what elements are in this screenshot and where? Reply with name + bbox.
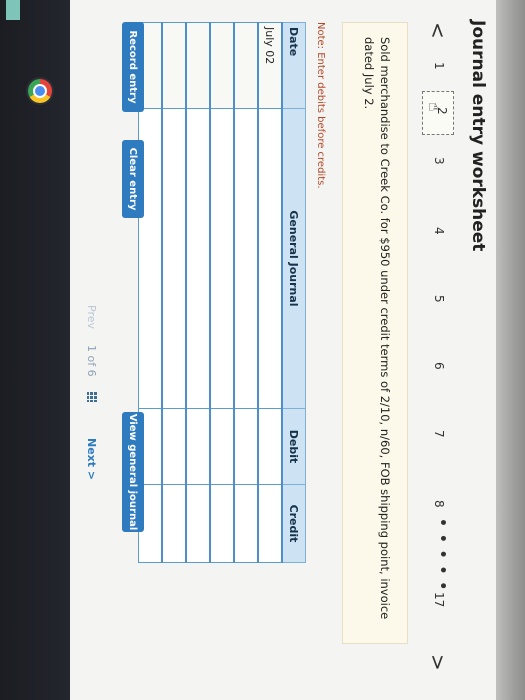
- table-row: July 02: [258, 22, 282, 563]
- date-cell[interactable]: [162, 22, 186, 109]
- date-cell[interactable]: [210, 22, 234, 109]
- clear-entry-button[interactable]: Clear entry: [122, 140, 144, 218]
- table-row: [186, 22, 210, 563]
- account-input[interactable]: [162, 108, 186, 409]
- credit-input[interactable]: [162, 484, 186, 563]
- date-cell[interactable]: [186, 22, 210, 109]
- next-step-arrow[interactable]: >: [426, 654, 450, 671]
- date-cell[interactable]: July 02: [258, 22, 282, 109]
- table-row: [234, 22, 258, 563]
- worksheet-screen: Journal entry worksheet < 1 2 ☝ 3 4 5 6 …: [70, 0, 496, 700]
- column-header-general-journal: General Journal: [282, 108, 306, 409]
- column-header-date: Date: [282, 22, 306, 109]
- credit-input[interactable]: [258, 484, 282, 563]
- credit-input[interactable]: [234, 484, 258, 563]
- column-header-credit: Credit: [282, 484, 306, 563]
- debit-input[interactable]: [234, 408, 258, 485]
- account-input[interactable]: [210, 108, 234, 409]
- next-page-link[interactable]: Next >: [85, 438, 98, 480]
- column-header-debit: Debit: [282, 408, 306, 485]
- note-text: Note: Enter debits before credits.: [315, 22, 326, 189]
- step-6[interactable]: 6: [432, 362, 446, 370]
- step-1[interactable]: 1: [432, 62, 446, 70]
- step-7[interactable]: 7: [432, 430, 446, 438]
- credit-input[interactable]: [186, 484, 210, 563]
- step-5[interactable]: 5: [432, 295, 446, 303]
- record-entry-button[interactable]: Record entry: [122, 22, 144, 112]
- taskbar-tile[interactable]: [6, 0, 20, 20]
- journal-table: Date General Journal Debit Credit July 0…: [138, 22, 306, 563]
- account-input[interactable]: [234, 108, 258, 409]
- debit-input[interactable]: [162, 408, 186, 485]
- hand-pointer-icon: ☝: [425, 102, 444, 112]
- debit-input[interactable]: [210, 408, 234, 485]
- page-counter: 1 of 6: [85, 345, 98, 377]
- debit-input[interactable]: [258, 408, 282, 485]
- account-input[interactable]: [258, 108, 282, 409]
- date-cell[interactable]: [234, 22, 258, 109]
- table-header-row: Date General Journal Debit Credit: [282, 22, 306, 563]
- step-8[interactable]: 8: [432, 500, 446, 508]
- account-input[interactable]: [186, 108, 210, 409]
- question-box: Sold merchandise to Creek Co. for $950 u…: [342, 22, 408, 644]
- step-navigation: < 1 2 ☝ 3 4 5 6 7 8 • • • • • 17 >: [420, 0, 454, 700]
- chrome-icon[interactable]: [28, 79, 52, 103]
- table-row: [210, 22, 234, 563]
- prev-page-link[interactable]: Prev: [85, 305, 98, 329]
- credit-input[interactable]: [210, 484, 234, 563]
- page-title: Journal entry worksheet: [468, 20, 488, 252]
- view-general-journal-button[interactable]: View general journal: [122, 412, 144, 532]
- grid-icon[interactable]: [87, 392, 97, 402]
- question-text: Sold merchandise to Creek Co. for $950 u…: [362, 37, 392, 620]
- screen-bezel: [496, 0, 525, 700]
- step-4[interactable]: 4: [432, 227, 446, 235]
- step-2-active[interactable]: 2 ☝: [422, 91, 454, 135]
- step-3[interactable]: 3: [432, 157, 446, 165]
- prev-step-arrow[interactable]: <: [426, 22, 450, 39]
- taskbar: [0, 0, 70, 700]
- debit-input[interactable]: [186, 408, 210, 485]
- step-17[interactable]: 17: [432, 592, 446, 607]
- step-ellipsis: • • • • •: [434, 518, 450, 592]
- table-row: [162, 22, 186, 563]
